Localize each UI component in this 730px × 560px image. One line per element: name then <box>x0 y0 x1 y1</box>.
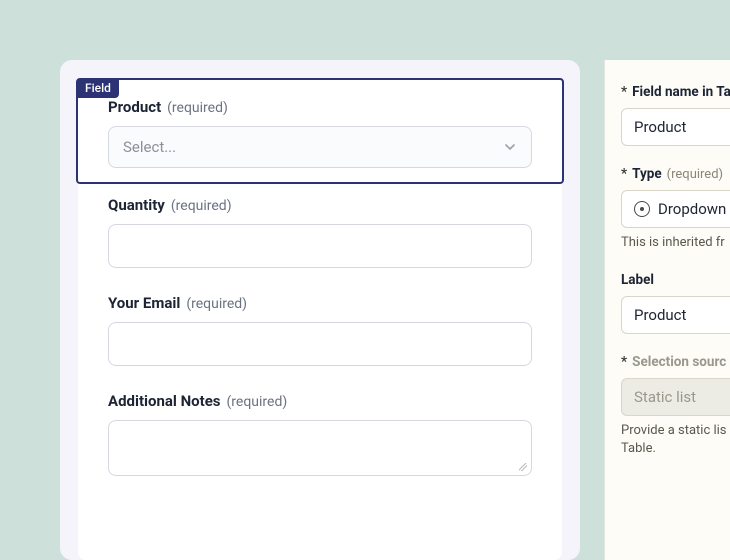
field-name-value: Product <box>634 118 686 136</box>
field-label-text: Additional Notes <box>108 392 221 410</box>
label-input[interactable]: Product <box>621 296 730 334</box>
field-label: Your Email (required) <box>108 294 532 312</box>
type-help-text: This is inherited fr <box>621 234 730 252</box>
type-select[interactable]: Dropdown <box>621 190 730 228</box>
sidebar-label: * Field name in Ta <box>621 84 730 100</box>
properties-sidebar: * Field name in Ta Product * Type (requi… <box>604 60 730 560</box>
field-label: Additional Notes (required) <box>108 392 532 410</box>
field-label-text: Quantity <box>108 196 165 214</box>
field-block-product[interactable]: Field Product (required) Select... <box>76 78 564 184</box>
sidebar-label: * Type (required) <box>621 166 730 182</box>
required-indicator: (required) <box>667 167 723 182</box>
email-input[interactable] <box>108 322 532 366</box>
field-block-quantity[interactable]: Quantity (required) <box>78 184 562 282</box>
field-block-notes[interactable]: Additional Notes (required) <box>78 380 562 490</box>
chevron-down-icon <box>503 140 517 154</box>
selection-source-help: Provide a static lis Table. <box>621 422 730 458</box>
form-card: Field Product (required) Select... Quant… <box>78 78 562 560</box>
dropdown-type-icon <box>634 201 650 217</box>
type-value: Dropdown <box>658 200 726 218</box>
required-indicator: (required) <box>186 296 247 312</box>
select-placeholder: Select... <box>123 138 176 156</box>
field-label: Quantity (required) <box>108 196 532 214</box>
sidebar-label: * Selection sourc <box>621 354 730 370</box>
selection-source-select: Static list <box>621 378 730 416</box>
required-indicator: (required) <box>171 198 232 214</box>
sidebar-field-name-group: * Field name in Ta Product <box>621 84 730 146</box>
required-asterisk: * <box>621 354 627 370</box>
required-indicator: (required) <box>227 394 288 410</box>
form-canvas: Field Product (required) Select... Quant… <box>60 60 580 560</box>
field-label: Product (required) <box>108 98 532 116</box>
field-label-text: Your Email <box>108 294 180 312</box>
sidebar-label-text: Field name in Ta <box>632 84 730 100</box>
quantity-input[interactable] <box>108 224 532 268</box>
field-name-input[interactable]: Product <box>621 108 730 146</box>
required-indicator: (required) <box>167 100 228 116</box>
required-asterisk: * <box>621 166 627 182</box>
required-asterisk: * <box>621 84 627 100</box>
selected-field-badge: Field <box>77 79 119 98</box>
label-value: Product <box>634 306 686 324</box>
selection-source-value: Static list <box>634 388 696 406</box>
sidebar-label: Label <box>621 272 730 288</box>
sidebar-label-text: Label <box>621 272 654 288</box>
sidebar-selection-source-group: * Selection sourc Static list Provide a … <box>621 354 730 458</box>
product-select[interactable]: Select... <box>108 126 532 168</box>
field-label-text: Product <box>108 98 161 116</box>
field-block-email[interactable]: Your Email (required) <box>78 282 562 380</box>
sidebar-label-text: Selection sourc <box>632 354 726 370</box>
sidebar-type-group: * Type (required) Dropdown This is inher… <box>621 166 730 252</box>
sidebar-label-group: Label Product <box>621 272 730 334</box>
sidebar-label-text: Type <box>632 166 662 182</box>
notes-textarea[interactable] <box>108 420 532 476</box>
